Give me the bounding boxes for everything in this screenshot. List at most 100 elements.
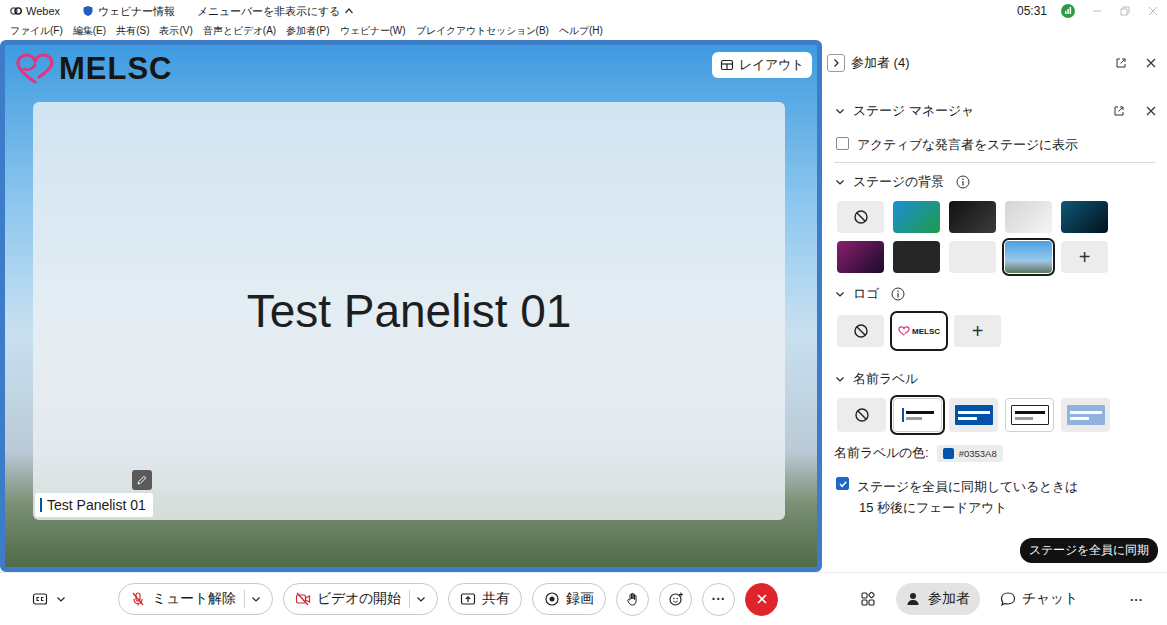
start-video-button[interactable]: ビデオの開始 bbox=[283, 583, 438, 615]
unmute-button[interactable]: ミュート解除 bbox=[118, 583, 273, 615]
background-swatch[interactable] bbox=[1061, 201, 1108, 233]
menu-item[interactable]: 共有(S) bbox=[116, 24, 149, 38]
chevron-down-icon bbox=[416, 594, 426, 604]
background-swatch[interactable] bbox=[949, 241, 996, 273]
layout-button[interactable]: レイアウト bbox=[712, 52, 812, 78]
meeting-toolbar: ミュート解除ビデオの開始共有録画 ··· 参加者チャット ··· bbox=[0, 572, 1167, 625]
popout-icon[interactable] bbox=[1113, 105, 1125, 117]
info-icon[interactable] bbox=[891, 287, 905, 301]
presenter-tile: Test Panelist 01Test Panelist 01 bbox=[33, 102, 785, 520]
webinar-info-button[interactable]: ウェビナー情報 bbox=[82, 4, 175, 19]
sync-stage-button[interactable]: ステージを全員に同期 bbox=[1020, 538, 1158, 563]
collapse-button[interactable] bbox=[827, 54, 845, 72]
menu-item[interactable]: 編集(E) bbox=[73, 24, 106, 38]
name-label-option[interactable] bbox=[1005, 398, 1054, 432]
x-icon bbox=[756, 593, 768, 605]
active-speaker-checkbox-row[interactable]: アクティブな発言者をステージに表示 bbox=[822, 132, 1167, 154]
fade-out-checkbox-row[interactable]: ステージを全員に同期しているときは15 秒後にフェードアウト bbox=[822, 472, 1167, 518]
camera-icon bbox=[295, 591, 311, 607]
raise-hand-button[interactable] bbox=[616, 583, 649, 616]
name-label-option[interactable] bbox=[949, 398, 998, 432]
restore-icon[interactable] bbox=[1119, 5, 1131, 17]
checkbox[interactable] bbox=[836, 137, 849, 150]
close-icon[interactable] bbox=[1145, 57, 1157, 69]
background-swatch[interactable]: + bbox=[1061, 241, 1108, 273]
minimize-icon[interactable] bbox=[1091, 5, 1103, 17]
network-status-icon bbox=[1061, 4, 1075, 18]
participants-button[interactable]: 参加者 bbox=[896, 583, 980, 615]
share-icon bbox=[460, 591, 476, 607]
chat-button[interactable]: チャット bbox=[990, 583, 1088, 615]
emoji-icon bbox=[668, 591, 684, 607]
name-label-option[interactable] bbox=[893, 398, 942, 432]
background-swatch[interactable] bbox=[1005, 241, 1052, 273]
webex-icon bbox=[10, 5, 22, 17]
menu-bar: ファイル(F) 編集(E) 共有(S) 表示(V) 音声とビデオ(A) 参加者(P) ウェビ… bbox=[0, 22, 1167, 40]
reactions-button[interactable] bbox=[659, 583, 692, 616]
name-label-option[interactable] bbox=[837, 398, 886, 432]
apps-button[interactable] bbox=[850, 583, 886, 615]
leave-button[interactable] bbox=[745, 583, 778, 616]
checkbox[interactable] bbox=[836, 477, 849, 490]
chevron-down-icon bbox=[251, 594, 261, 604]
background-swatch[interactable] bbox=[1005, 201, 1052, 233]
background-swatch[interactable] bbox=[893, 241, 940, 273]
background-swatch[interactable] bbox=[837, 201, 884, 233]
chevron-right-icon bbox=[831, 58, 841, 68]
menu-item[interactable]: ウェビナー(W) bbox=[340, 24, 406, 38]
close-window-icon[interactable] bbox=[1147, 5, 1159, 17]
stage-manager-title: ステージ マネージャ bbox=[853, 102, 974, 120]
close-icon[interactable] bbox=[1145, 105, 1157, 117]
background-options: + bbox=[837, 201, 1167, 273]
stage-manager-header: ステージ マネージャ bbox=[822, 100, 1167, 122]
app-name: Webex bbox=[10, 5, 60, 17]
chevron-down-icon bbox=[835, 177, 845, 187]
none-icon bbox=[853, 323, 869, 339]
share-button[interactable]: 共有 bbox=[448, 583, 522, 615]
hand-icon bbox=[625, 591, 641, 607]
side-panel: 参加者 (4) ステージ マネージャアクティブな発言者をステージに表示ステージの背… bbox=[822, 40, 1167, 572]
chevron-down-icon bbox=[835, 374, 845, 384]
hide-menubar-button[interactable]: メニューバーを非表示にする bbox=[197, 4, 354, 19]
menu-item[interactable]: 表示(V) bbox=[159, 24, 192, 38]
popout-icon[interactable] bbox=[1115, 57, 1127, 69]
background-swatch[interactable] bbox=[949, 201, 996, 233]
captions-button[interactable] bbox=[32, 591, 66, 607]
microphone-icon bbox=[130, 591, 146, 607]
logo-option[interactable] bbox=[837, 315, 884, 347]
more-options-button[interactable]: ··· bbox=[702, 583, 735, 616]
menu-item[interactable]: 参加者(P) bbox=[286, 24, 329, 38]
menu-item[interactable]: ヘルプ(H) bbox=[559, 24, 603, 38]
shield-icon bbox=[82, 5, 94, 17]
presenter-name: Test Panelist 01 bbox=[247, 284, 572, 338]
check-icon bbox=[838, 479, 848, 489]
chevron-down-icon[interactable] bbox=[835, 106, 845, 116]
title-bar: Webex ウェビナー情報 メニューバーを非表示にする 05:31 bbox=[0, 0, 1167, 22]
name-label-options bbox=[837, 398, 1167, 432]
menu-item[interactable]: ファイル(F) bbox=[10, 24, 63, 38]
info-icon[interactable] bbox=[956, 175, 970, 189]
stage: MELSCレイアウトTest Panelist 01Test Panelist … bbox=[0, 40, 822, 572]
panel-more-button[interactable]: ··· bbox=[1120, 583, 1153, 615]
background-swatch[interactable] bbox=[837, 241, 884, 273]
name-label-color-row: 名前ラベルの色:#0353A8 bbox=[822, 442, 1167, 464]
logo-option[interactable]: MELSC bbox=[893, 314, 945, 348]
background-section-header[interactable]: ステージの背景 bbox=[822, 171, 1167, 193]
name-label-option[interactable] bbox=[1061, 398, 1110, 432]
menu-item[interactable]: ブレイクアウトセッション(B) bbox=[416, 24, 549, 38]
logo-section-header[interactable]: ロゴ bbox=[822, 283, 1167, 305]
webex-window: Webex ウェビナー情報 メニューバーを非表示にする 05:31 ファイル(F) 編集(… bbox=[0, 0, 1167, 625]
layout-icon bbox=[720, 58, 734, 72]
color-picker[interactable]: #0353A8 bbox=[937, 445, 1003, 462]
edit-name-button[interactable] bbox=[132, 470, 152, 490]
logo-option[interactable]: + bbox=[954, 315, 1001, 347]
participants-title: 参加者 (4) bbox=[851, 54, 910, 72]
background-swatch[interactable] bbox=[893, 201, 940, 233]
chevron-down-icon bbox=[56, 594, 66, 604]
menu-item[interactable]: 音声とビデオ(A) bbox=[203, 24, 276, 38]
name-label-section-header[interactable]: 名前ラベル bbox=[822, 368, 1167, 390]
record-icon bbox=[544, 591, 560, 607]
record-button[interactable]: 録画 bbox=[532, 583, 606, 615]
chat-bubble-icon bbox=[1000, 591, 1016, 607]
clock: 05:31 bbox=[1017, 4, 1047, 18]
